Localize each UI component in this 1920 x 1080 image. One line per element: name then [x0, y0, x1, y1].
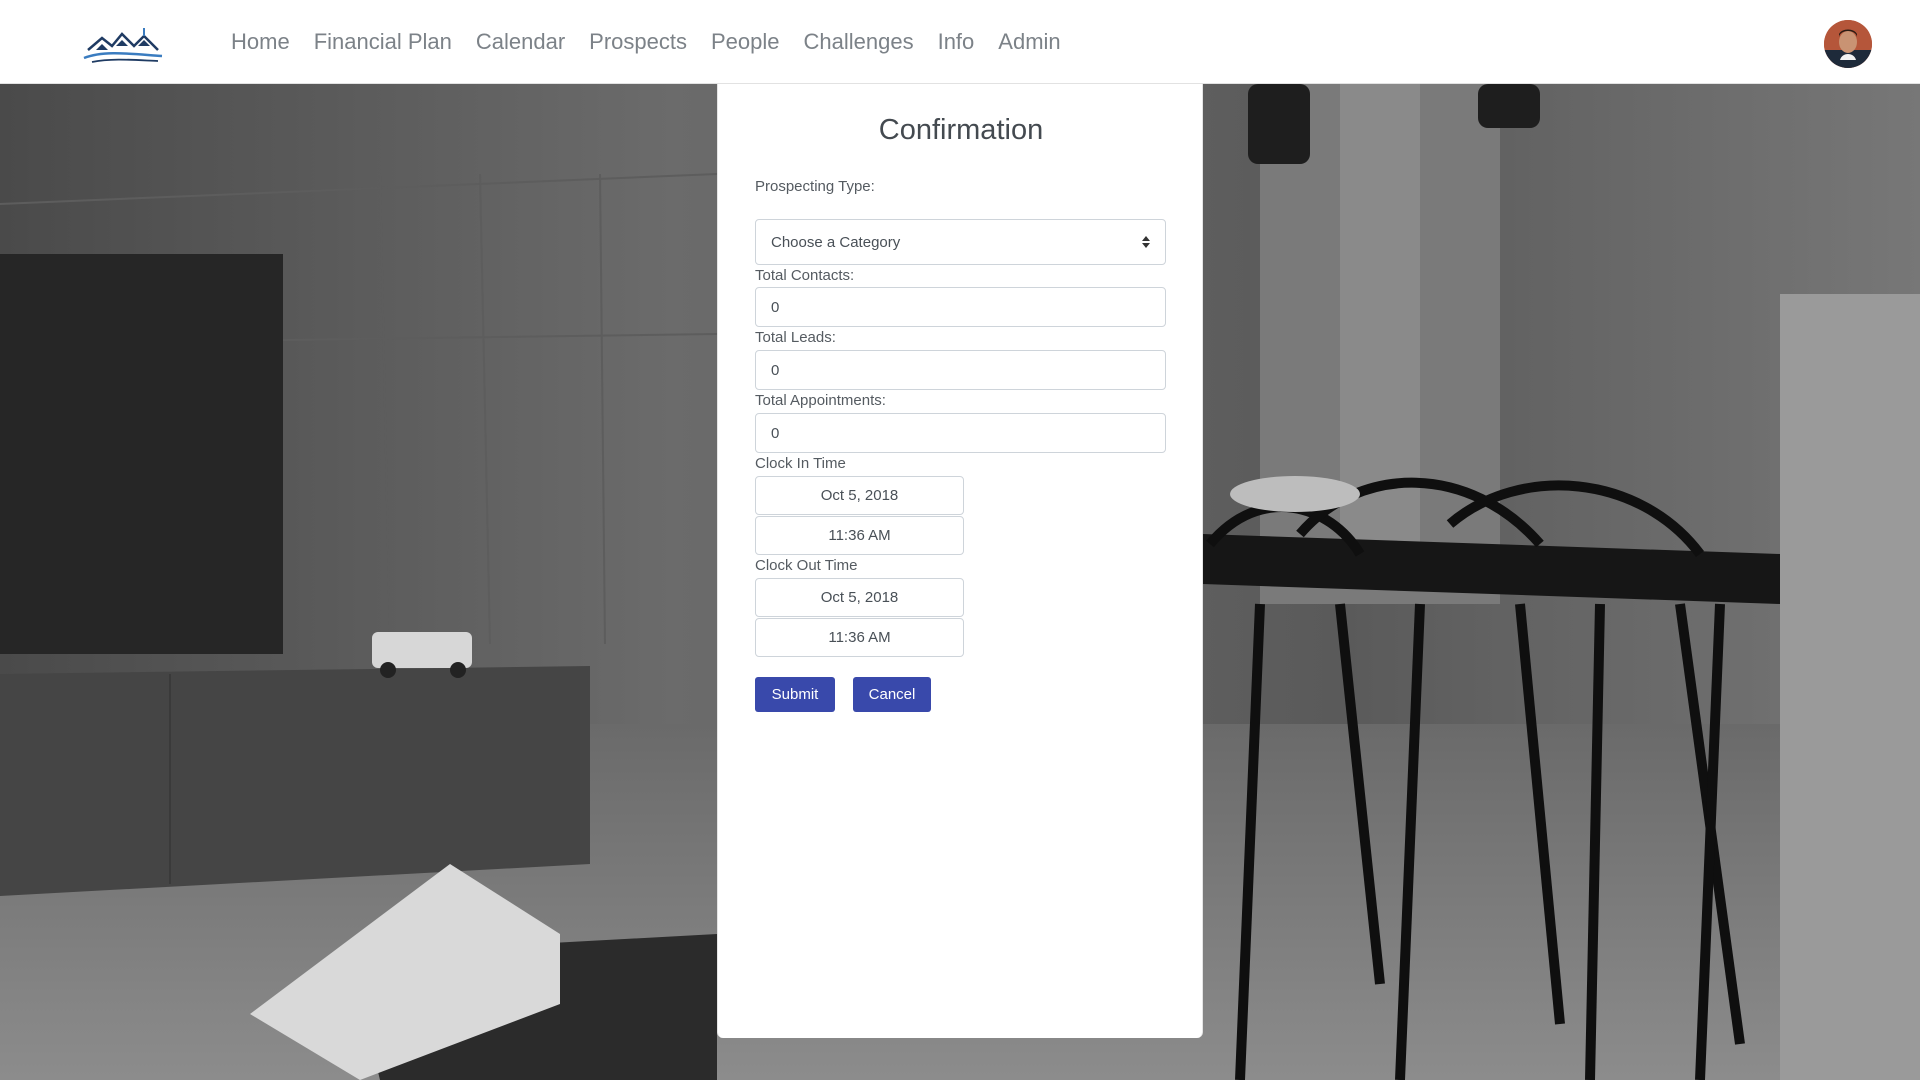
cancel-button[interactable]: Cancel — [853, 677, 931, 712]
nav-prospects[interactable]: Prospects — [589, 29, 687, 55]
prospecting-type-select[interactable]: Choose a Category — [755, 219, 1166, 265]
submit-button[interactable]: Submit — [755, 677, 835, 712]
nav-challenges[interactable]: Challenges — [804, 29, 914, 55]
prospecting-type-value: Choose a Category — [771, 233, 901, 251]
nav-info[interactable]: Info — [938, 29, 975, 55]
clock-in-time-picker[interactable]: 11:36 AM — [755, 516, 964, 555]
total-leads-input[interactable]: 0 — [755, 350, 1166, 390]
total-appointments-label: Total Appointments: — [755, 392, 886, 409]
nav-financial-plan[interactable]: Financial Plan — [314, 29, 452, 55]
total-contacts-label: Total Contacts: — [755, 267, 855, 284]
main-nav: Home Financial Plan Calendar Prospects P… — [231, 0, 1085, 84]
nav-home[interactable]: Home — [231, 29, 290, 55]
top-navbar: Home Financial Plan Calendar Prospects P… — [0, 0, 1920, 84]
clock-out-date-picker[interactable]: Oct 5, 2018 — [755, 578, 964, 617]
select-caret-icon — [1141, 235, 1151, 249]
total-leads-label: Total Leads: — [755, 329, 836, 346]
nav-admin[interactable]: Admin — [998, 29, 1060, 55]
nav-calendar[interactable]: Calendar — [476, 29, 565, 55]
prospecting-type-label: Prospecting Type: — [755, 178, 875, 195]
clock-out-time-picker[interactable]: 11:36 AM — [755, 618, 964, 657]
clock-in-label: Clock In Time — [755, 455, 846, 472]
confirmation-modal: Confirmation Prospecting Type: Choose a … — [717, 84, 1203, 1038]
user-avatar[interactable] — [1824, 20, 1872, 68]
total-appointments-input[interactable]: 0 — [755, 413, 1166, 453]
brand-logo[interactable] — [82, 24, 164, 66]
modal-title: Confirmation — [878, 114, 1044, 146]
total-contacts-input[interactable]: 0 — [755, 287, 1166, 327]
clock-out-label: Clock Out Time — [755, 557, 858, 574]
nav-people[interactable]: People — [711, 29, 780, 55]
clock-in-date-picker[interactable]: Oct 5, 2018 — [755, 476, 964, 515]
